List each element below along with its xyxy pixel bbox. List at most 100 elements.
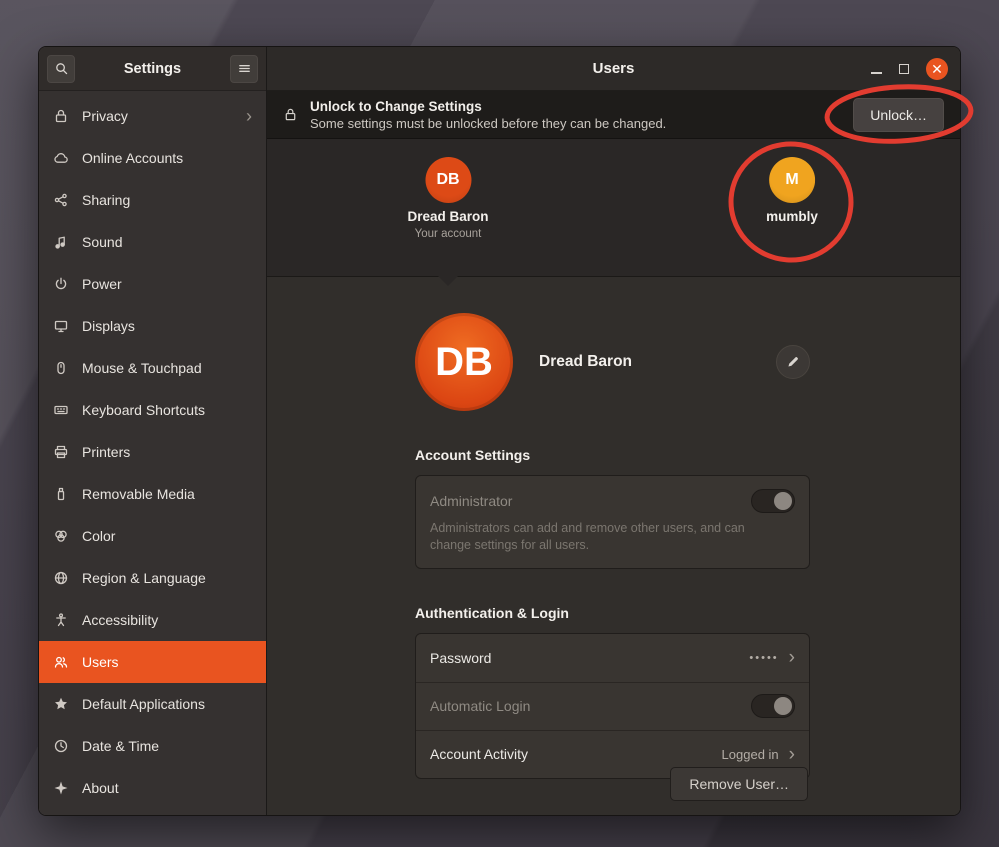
globe-icon [53, 570, 69, 586]
user-avatar[interactable]: DB [415, 313, 513, 411]
printer-icon [53, 444, 69, 460]
automatic-login-row: Automatic Login [416, 682, 809, 730]
sidebar-item-date-time[interactable]: Date & Time [39, 725, 266, 767]
sidebar-item-label: Keyboard Shortcuts [82, 402, 205, 418]
color-icon [53, 528, 69, 544]
sidebar-item-accessibility[interactable]: Accessibility [39, 599, 266, 641]
sidebar-item-label: Printers [82, 444, 130, 460]
account-settings-heading: Account Settings [415, 447, 810, 463]
mouse-icon [53, 360, 69, 376]
star-icon [53, 696, 69, 712]
row-value: Logged in [722, 747, 779, 762]
share-icon [53, 192, 69, 208]
sidebar: Settings Privacy › Online Accounts Sharing S… [39, 47, 267, 815]
sidebar-item-label: Region & Language [82, 570, 206, 586]
administrator-description: Administrators can add and remove other … [430, 520, 745, 554]
page-title: Users [267, 60, 960, 77]
accessibility-icon [53, 612, 69, 628]
avatar: M [769, 157, 815, 203]
carousel-user-dread-baron[interactable]: DB Dread Baron Your account [407, 157, 488, 240]
sidebar-item-about[interactable]: About [39, 767, 266, 809]
user-detail-content: DB Dread Baron Account Settings Administ… [267, 277, 960, 815]
sidebar-item-displays[interactable]: Displays [39, 305, 266, 347]
sparkle-icon [53, 780, 69, 796]
sidebar-item-label: Removable Media [82, 486, 195, 502]
clock-icon [53, 738, 69, 754]
sidebar-item-label: About [82, 780, 119, 796]
sidebar-item-mouse-touchpad[interactable]: Mouse & Touchpad [39, 347, 266, 389]
sidebar-item-keyboard-shortcuts[interactable]: Keyboard Shortcuts [39, 389, 266, 431]
cloud-icon [53, 150, 69, 166]
search-icon [54, 61, 69, 76]
sidebar-item-removable-media[interactable]: Removable Media [39, 473, 266, 515]
sidebar-item-label: Accessibility [82, 612, 158, 628]
sidebar-item-label: Default Applications [82, 696, 205, 712]
sidebar-item-sharing[interactable]: Sharing [39, 179, 266, 221]
administrator-label: Administrator [430, 493, 751, 509]
users-icon [53, 654, 69, 670]
settings-window: Settings Privacy › Online Accounts Sharing S… [38, 46, 961, 816]
close-icon: ✕ [931, 62, 943, 76]
sidebar-item-region-language[interactable]: Region & Language [39, 557, 266, 599]
sidebar-item-label: Privacy [82, 108, 128, 124]
automatic-login-toggle[interactable] [751, 694, 795, 718]
banner-subtitle: Some settings must be unlocked before th… [310, 116, 666, 131]
desktop-background: Settings Privacy › Online Accounts Sharing S… [0, 0, 999, 847]
carousel-user-mumbly[interactable]: Mmumbly [766, 157, 818, 224]
lock-icon [283, 107, 298, 122]
user-fullname: Dread Baron [539, 353, 632, 371]
headerbar: Users ✕ [267, 47, 960, 91]
chevron-right-icon: › [246, 107, 252, 125]
sidebar-item-label: Power [82, 276, 122, 292]
hamburger-icon [237, 61, 252, 76]
unlock-banner: Unlock to Change Settings Some settings … [267, 91, 960, 139]
content-column: DB Dread Baron Account Settings Administ… [415, 277, 810, 779]
edit-name-button[interactable] [776, 345, 810, 379]
auth-login-card: Password••••• › Automatic Login Account Act… [415, 633, 810, 779]
sidebar-item-label: Mouse & Touchpad [82, 360, 202, 376]
carousel-user-name: Dread Baron [407, 209, 488, 224]
sound-icon [53, 234, 69, 250]
avatar: DB [425, 157, 471, 203]
sidebar-item-printers[interactable]: Printers [39, 431, 266, 473]
sidebar-item-label: Sharing [82, 192, 130, 208]
sidebar-item-color[interactable]: Color [39, 515, 266, 557]
sidebar-item-default-applications[interactable]: Default Applications [39, 683, 266, 725]
profile-row: DB Dread Baron [415, 313, 810, 411]
maximize-button[interactable] [899, 64, 909, 74]
account-settings-card: Administrator Administrators can add and… [415, 475, 810, 569]
pencil-icon [786, 355, 800, 369]
minimize-button[interactable] [871, 72, 882, 74]
sidebar-item-users[interactable]: Users [39, 641, 266, 683]
row-value: ••••• [749, 652, 778, 664]
sidebar-list: Privacy › Online Accounts Sharing Sound Power… [39, 91, 266, 815]
lock-icon [53, 108, 69, 124]
sidebar-item-label: Date & Time [82, 738, 159, 754]
close-button[interactable]: ✕ [926, 58, 948, 80]
menu-button[interactable] [230, 55, 258, 83]
row-label: Password [430, 650, 749, 666]
keyboard-icon [53, 402, 69, 418]
toggle-knob [774, 492, 792, 510]
sidebar-item-power[interactable]: Power [39, 263, 266, 305]
administrator-toggle[interactable] [751, 489, 795, 513]
display-icon [53, 318, 69, 334]
banner-text: Unlock to Change Settings Some settings … [310, 99, 666, 131]
banner-title: Unlock to Change Settings [310, 99, 666, 114]
chevron-right-icon: › [789, 648, 795, 667]
carousel-user-subtitle: Your account [415, 228, 482, 240]
sidebar-item-sound[interactable]: Sound [39, 221, 266, 263]
selected-user-pointer [438, 276, 458, 286]
power-icon [53, 276, 69, 292]
password-row[interactable]: Password••••• › [416, 634, 809, 682]
sidebar-item-online-accounts[interactable]: Online Accounts [39, 137, 266, 179]
sidebar-title: Settings [75, 61, 230, 77]
unlock-button[interactable]: Unlock… [853, 98, 944, 132]
carousel-user-name: mumbly [766, 209, 818, 224]
row-label: Automatic Login [430, 698, 751, 714]
search-button[interactable] [47, 55, 75, 83]
row-label: Account Activity [430, 746, 722, 762]
remove-user-button[interactable]: Remove User… [670, 767, 808, 801]
administrator-row: Administrator [430, 489, 795, 513]
sidebar-item-privacy[interactable]: Privacy › [39, 95, 266, 137]
